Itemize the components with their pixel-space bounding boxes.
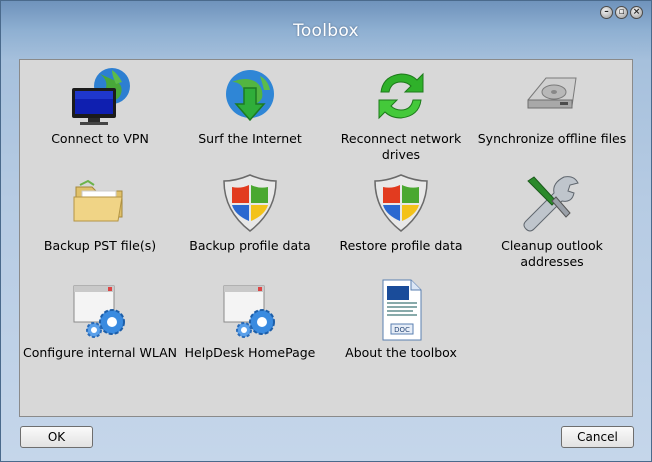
- vpn-monitor-globe-icon: [72, 68, 130, 125]
- tool-about-toolbox[interactable]: DOC About the toolbox: [321, 278, 481, 361]
- window-controls: – ▫ ×: [600, 6, 643, 19]
- tool-backup-profile-data[interactable]: Backup profile data: [170, 171, 330, 254]
- cancel-button[interactable]: Cancel: [561, 426, 634, 448]
- hard-drive-icon: [527, 77, 577, 109]
- open-folder-icon: [73, 179, 123, 222]
- tool-label: Backup PST file(s): [43, 238, 157, 253]
- close-icon[interactable]: ×: [630, 6, 643, 19]
- tool-label: Synchronize offline files: [477, 131, 627, 146]
- tool-synchronize-offline-files[interactable]: Synchronize offline files: [472, 64, 632, 147]
- tool-reconnect-network-drives[interactable]: Reconnect network drives: [321, 64, 481, 163]
- tool-label: HelpDesk HomePage: [184, 345, 316, 360]
- tool-helpdesk-homepage[interactable]: HelpDesk HomePage: [170, 278, 330, 361]
- tool-connect-vpn[interactable]: Connect to VPN: [20, 64, 180, 147]
- ok-button[interactable]: OK: [20, 426, 93, 448]
- tool-label: About the toolbox: [345, 345, 457, 360]
- toolbox-window: – ▫ × Toolbox Connect to VPN Surf the In…: [0, 0, 652, 462]
- tool-label: Cleanup outlook addresses: [501, 238, 603, 269]
- window-gears-icon: [223, 285, 275, 338]
- tool-cleanup-outlook-addresses[interactable]: Cleanup outlook addresses: [472, 171, 632, 270]
- green-refresh-arrows-icon: [378, 72, 424, 120]
- tool-label: Backup profile data: [189, 238, 311, 253]
- tool-label: Surf the Internet: [198, 131, 302, 146]
- tool-label: Restore profile data: [339, 238, 463, 253]
- doc-file-icon: DOC: [382, 279, 422, 341]
- tool-label: Configure internal WLAN: [22, 345, 177, 360]
- windows-shield-icon: [223, 174, 277, 232]
- minimize-icon[interactable]: –: [600, 6, 613, 19]
- globe-download-arrow-icon: [226, 70, 274, 122]
- window-title: Toolbox: [293, 21, 359, 41]
- window-gears-icon: [73, 285, 125, 338]
- restore-icon[interactable]: ▫: [615, 6, 628, 19]
- tool-configure-internal-wlan[interactable]: Configure internal WLAN: [20, 278, 180, 361]
- tool-restore-profile-data[interactable]: Restore profile data: [321, 171, 481, 254]
- screwdriver-wrench-icon: [523, 176, 579, 232]
- tool-label: Reconnect network drives: [340, 131, 462, 162]
- windows-shield-icon: [374, 174, 428, 232]
- tools-panel: Connect to VPN Surf the Internet Reconne…: [19, 59, 633, 417]
- tool-backup-pst[interactable]: Backup PST file(s): [20, 171, 180, 254]
- tool-surf-internet[interactable]: Surf the Internet: [170, 64, 330, 147]
- svg-text:DOC: DOC: [394, 326, 410, 334]
- tool-label: Connect to VPN: [51, 131, 149, 146]
